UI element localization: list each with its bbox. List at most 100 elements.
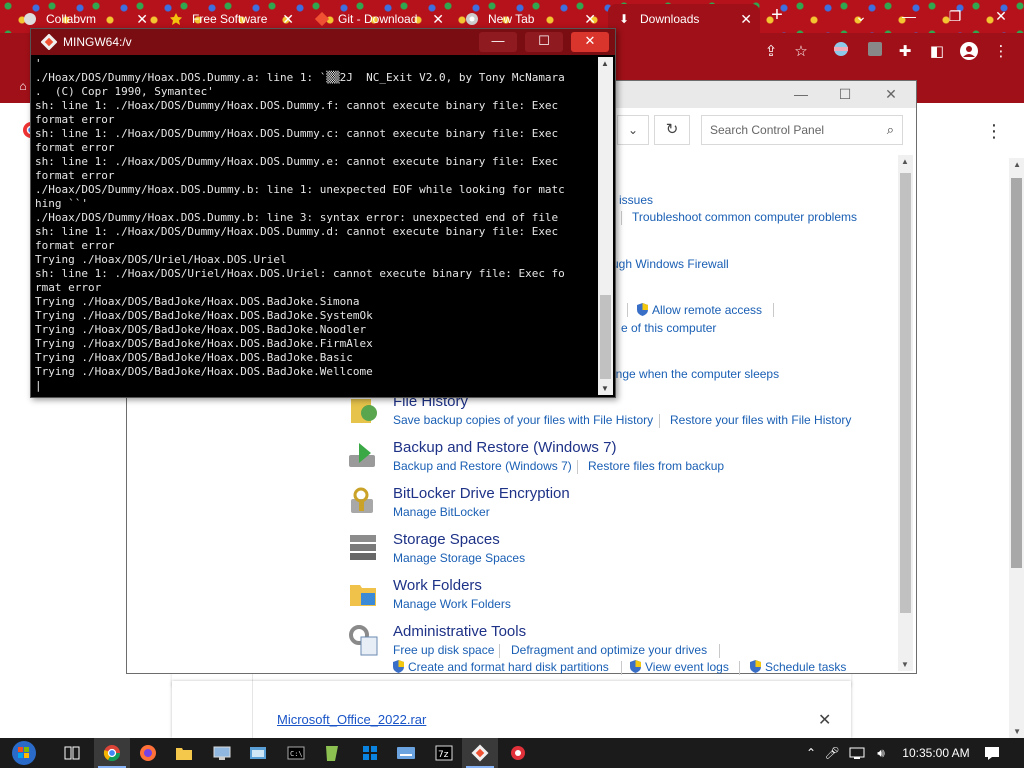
chrome-menu-icon[interactable]: ⋮ — [990, 41, 1012, 63]
refresh-icon[interactable]: ↻ — [654, 115, 690, 145]
scroll-up-icon[interactable]: ▲ — [901, 157, 909, 166]
scrollbar-thumb[interactable] — [900, 173, 911, 613]
scrollbar-thumb[interactable] — [600, 295, 611, 379]
network-icon[interactable] — [846, 738, 868, 768]
maximize-icon[interactable]: ☐ — [823, 83, 867, 105]
terminal-line: Trying ./Hoax/DOS/BadJoke/Hoax.DOS.BadJo… — [35, 295, 360, 308]
link-backup-restore[interactable]: Backup and Restore (Windows 7) — [393, 459, 572, 473]
close-icon[interactable]: ✕ — [136, 11, 148, 28]
link-manage-storage[interactable]: Manage Storage Spaces — [393, 551, 525, 565]
7zip-icon[interactable]: 7z — [426, 738, 462, 768]
close-icon[interactable]: ✕ — [869, 83, 913, 105]
firefox-icon[interactable] — [130, 738, 166, 768]
scroll-down-icon[interactable]: ▼ — [901, 660, 909, 669]
link-save-backup[interactable]: Save backup copies of your files with Fi… — [393, 413, 653, 427]
terminal-titlebar[interactable]: MINGW64:/v — ☐ ✕ — [31, 29, 615, 55]
link-schedule-tasks[interactable]: Schedule tasks — [750, 660, 846, 674]
tab-label: Downloads — [640, 11, 700, 26]
settings-icon[interactable] — [352, 738, 388, 768]
chrome-favicon — [464, 11, 480, 27]
file-explorer-icon[interactable] — [166, 738, 202, 768]
side-panel-icon[interactable]: ◧ — [926, 41, 948, 63]
close-icon[interactable]: ✕ — [571, 32, 609, 52]
extension-s-icon[interactable] — [864, 41, 886, 63]
close-icon[interactable]: ✕ — [584, 11, 596, 28]
download-file-link[interactable]: Microsoft_Office_2022.rar — [277, 712, 426, 727]
puzzle-icon[interactable]: ✚ — [894, 41, 916, 63]
extension-flag-icon[interactable] — [830, 41, 852, 63]
search-input[interactable]: Search Control Panel ⌕ — [701, 115, 903, 145]
link-manage-bitlocker[interactable]: Manage BitLocker — [393, 505, 490, 519]
link-free-disk-space[interactable]: Free up disk space — [393, 643, 494, 657]
close-icon[interactable]: ✕ — [282, 11, 294, 28]
link-view-event-logs[interactable]: View event logs — [630, 660, 729, 674]
link-computer-name[interactable]: e of this computer — [621, 321, 716, 335]
share-icon[interactable]: ⇪ — [760, 41, 782, 63]
close-window-icon[interactable]: ✕ — [978, 0, 1024, 33]
remove-download-icon[interactable]: ✕ — [818, 710, 831, 730]
link-troubleshoot[interactable]: Troubleshoot common computer problems — [632, 210, 857, 224]
svg-text:C:\: C:\ — [290, 750, 303, 758]
system-clock[interactable]: 10:35:00 AM — [896, 738, 976, 768]
scrollbar-thumb[interactable] — [1011, 178, 1022, 568]
start-icon[interactable] — [2, 738, 46, 768]
microphone-icon[interactable]: 🎤︎ — [822, 738, 842, 768]
new-tab-button[interactable]: + — [766, 5, 788, 27]
restore-icon[interactable]: ❐ — [932, 0, 978, 33]
git-bash-icon[interactable] — [462, 738, 498, 768]
more-menu-icon[interactable]: ⋮ — [985, 121, 1003, 142]
chevron-down-icon[interactable]: ⌄ — [838, 0, 884, 33]
link-allow-remote[interactable]: Allow remote access — [637, 303, 762, 317]
chrome-icon[interactable] — [94, 738, 130, 768]
link-create-partitions[interactable]: Create and format hard disk partitions — [393, 660, 609, 674]
remote-desktop-icon[interactable] — [204, 738, 240, 768]
tab-downloads[interactable]: ⬇ Downloads ✕ — [608, 4, 760, 33]
link-sleep[interactable]: ange when the computer sleeps — [609, 367, 779, 381]
minimize-icon[interactable]: — — [779, 83, 823, 105]
terminal-output[interactable]: ' ./Hoax/DOS/Dummy/Hoax.DOS.Dummy.a: line… — [35, 57, 597, 395]
cmd-icon[interactable]: C:\ — [278, 738, 314, 768]
notification-icon[interactable] — [980, 738, 1004, 768]
close-icon[interactable]: ✕ — [432, 11, 444, 28]
address-dropdown-icon[interactable]: ⌄ — [617, 115, 649, 145]
control-panel-icon[interactable] — [240, 738, 276, 768]
notepadplusplus-icon[interactable] — [314, 738, 350, 768]
page-scrollbar[interactable]: ▲ ▼ — [1009, 158, 1024, 738]
terminal-line: sh: line 1: ./Hoax/DOS/Dummy/Hoax.DOS.Du… — [35, 127, 559, 140]
chevron-up-icon[interactable]: ⌃ — [800, 738, 822, 768]
scroll-down-icon[interactable]: ▼ — [1013, 727, 1021, 736]
link-manage-work-folders[interactable]: Manage Work Folders — [393, 597, 511, 611]
link-label: Allow remote access — [652, 303, 763, 317]
separator — [627, 303, 628, 317]
bookmark-star-icon[interactable]: ☆ — [790, 41, 812, 63]
link-restore-file-history[interactable]: Restore your files with File History — [670, 413, 851, 427]
separator — [719, 644, 720, 658]
scroll-up-icon[interactable]: ▲ — [1013, 160, 1021, 169]
minimize-icon[interactable]: — — [886, 0, 932, 33]
category-title[interactable]: Work Folders — [393, 577, 482, 594]
terminal-scrollbar[interactable]: ▲ ▼ — [598, 57, 613, 395]
link-restore-backup[interactable]: Restore files from backup — [588, 459, 724, 473]
category-title[interactable]: BitLocker Drive Encryption — [393, 485, 570, 502]
windows-taskbar: C:\ 7z ⌃ 🎤︎ 🔊︎ 10:35:00 AM — [0, 738, 1024, 768]
link-issues[interactable]: issues — [619, 193, 653, 207]
volume-icon[interactable]: 🔊︎ — [870, 738, 892, 768]
minimize-icon[interactable]: — — [479, 32, 517, 52]
profile-avatar-icon[interactable] — [958, 41, 980, 63]
category-title[interactable]: Backup and Restore (Windows 7) — [393, 439, 616, 456]
terminal-line: sh: line 1: ./Hoax/DOS/Uriel/Hoax.DOS.Ur… — [35, 267, 565, 280]
tab-label: Collabvm — [46, 11, 97, 26]
keyboard-icon[interactable] — [388, 738, 424, 768]
maximize-icon[interactable]: ☐ — [525, 32, 563, 52]
control-panel-scrollbar[interactable]: ▲ ▼ — [898, 155, 913, 671]
category-title[interactable]: Storage Spaces — [393, 531, 500, 548]
scroll-down-icon[interactable]: ▼ — [601, 384, 609, 393]
app-icon[interactable] — [500, 738, 536, 768]
category-title[interactable]: Administrative Tools — [393, 623, 526, 640]
scroll-up-icon[interactable]: ▲ — [601, 59, 609, 68]
link-defragment[interactable]: Defragment and optimize your drives — [511, 643, 707, 657]
terminal-line: ./Hoax/DOS/Dummy/Hoax.DOS.Dummy.b: line … — [35, 183, 565, 196]
close-icon[interactable]: ✕ — [740, 11, 752, 28]
task-view-icon[interactable] — [54, 738, 90, 768]
link-firewall[interactable]: ugh Windows Firewall — [612, 257, 729, 271]
